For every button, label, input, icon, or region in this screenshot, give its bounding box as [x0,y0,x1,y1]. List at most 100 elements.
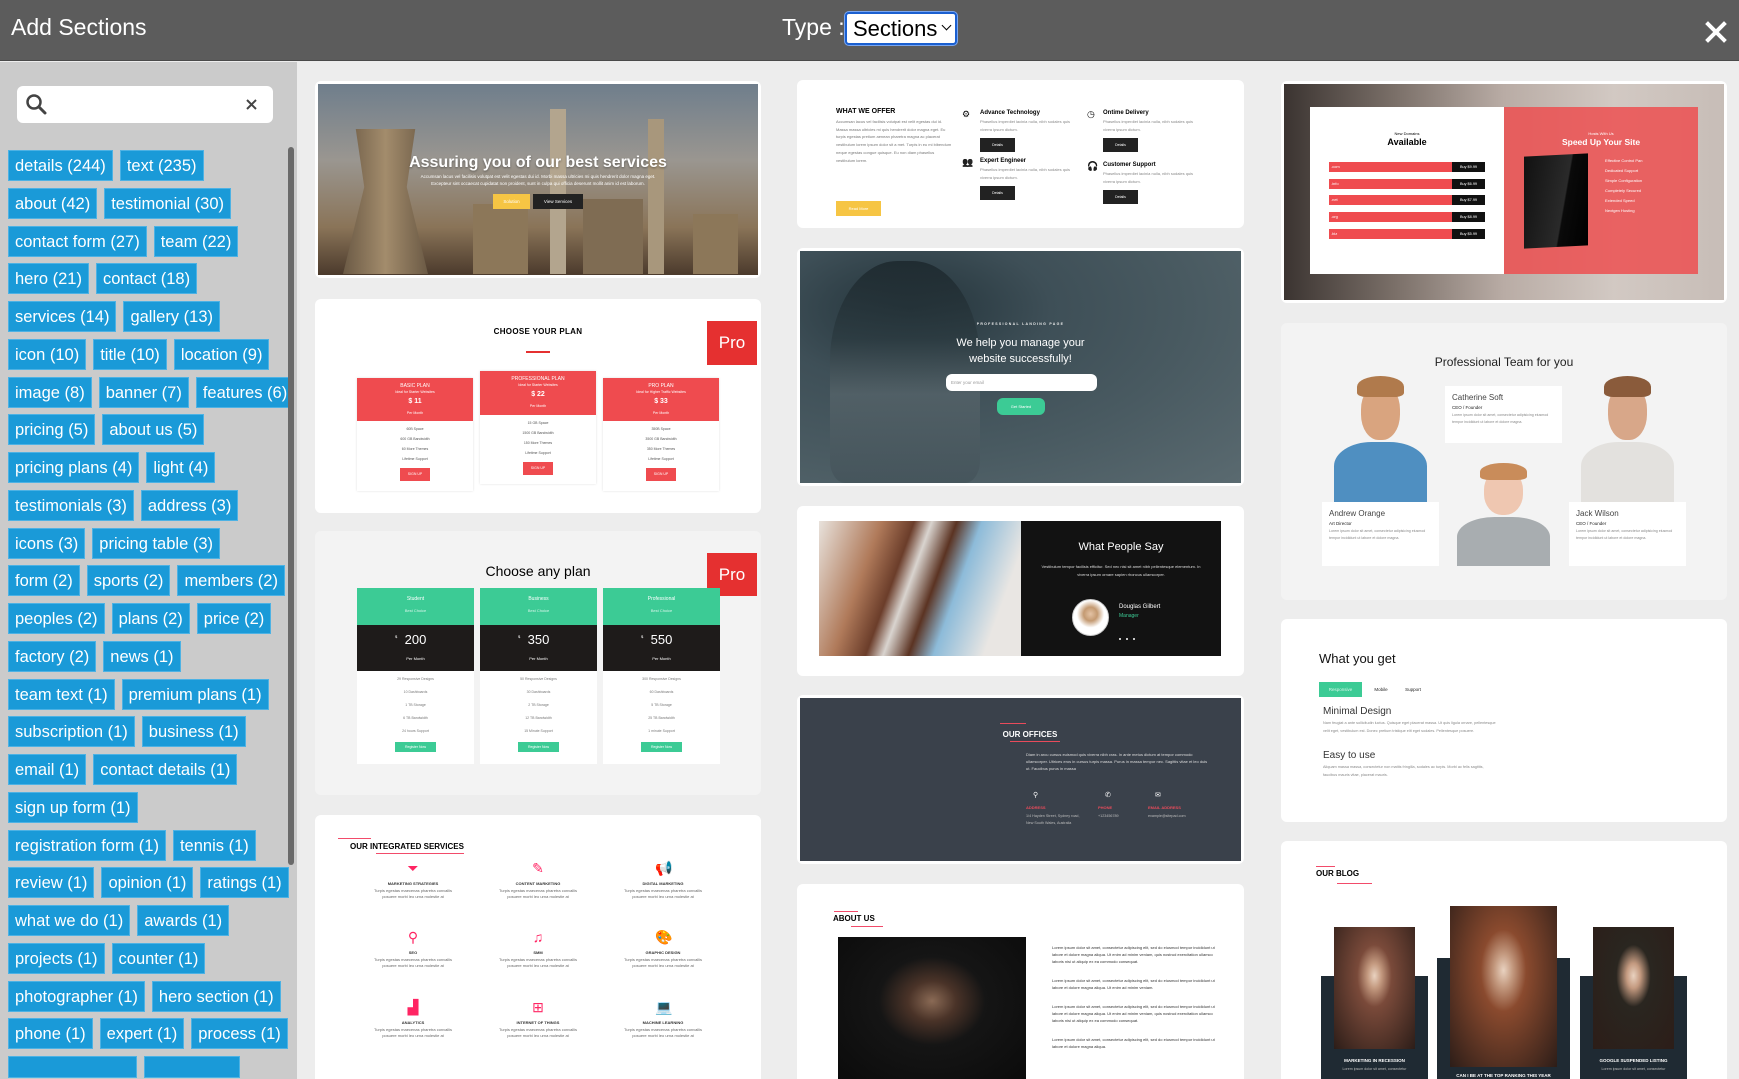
tag-chip[interactable]: hero (21) [8,263,89,295]
tag-chip[interactable]: team (22) [153,225,239,257]
section-card-blog[interactable]: OUR BLOG MARKETING IN RECESSION Lorem ipsu… [1281,841,1727,1079]
section-card-choose-any-plan[interactable]: Choose any plan Pro Student Best Choice $200… [315,531,761,795]
tag-chip[interactable]: expert (1) [99,1018,185,1050]
tag-chip[interactable]: banner (7) [98,376,189,408]
tag-chip[interactable]: phone (1) [8,1018,93,1050]
blog-post-title[interactable]: GOOGLE SUSPENDED LISTING [1580,1058,1687,1063]
tag-chip[interactable]: contact (18) [95,263,198,295]
section-card-testimonial[interactable]: What People Say Vestibulum tempor facilis… [797,506,1244,676]
sign-up-button[interactable]: SIGN UP [400,468,430,481]
close-icon[interactable] [1704,20,1728,44]
tag-chip[interactable]: factory (2) [8,640,97,672]
tag-chip[interactable]: review (1) [8,867,95,899]
tag-chip[interactable]: contact details (1) [93,754,238,785]
read-more-button[interactable]: Read More [836,201,881,216]
tag-chip[interactable]: title (10) [93,338,167,370]
domain-buy-button[interactable]: Buy $8.99 [1452,212,1485,223]
tag-chip[interactable]: icons (3) [8,527,86,559]
tag-chip[interactable]: opinion (1) [101,867,194,899]
section-card-our-offices[interactable]: OUR OFFICES Diam in arcu cursus euismod q… [797,695,1244,864]
register-button[interactable]: Register Now [641,742,682,752]
tag-chip[interactable]: contact form (27) [8,225,147,257]
carousel-dot[interactable] [1119,638,1121,640]
tag-chip[interactable]: projects (1) [8,942,105,974]
tag-chip[interactable]: premium plans (1) [121,678,269,710]
tag-chip[interactable]: business (1) [141,716,246,748]
tag-chip[interactable]: price (2) [196,603,272,634]
tag-chip[interactable]: email (1) [8,754,87,785]
details-button[interactable]: Details [1103,190,1138,204]
tag-chip[interactable]: what we do (1) [8,905,131,936]
email-field[interactable]: Enter your email [946,374,1097,391]
get-started-button[interactable]: Get Started [997,398,1045,415]
tag-chip[interactable]: members (2) [177,565,285,597]
tag-chip[interactable] [144,1056,240,1078]
search-input[interactable] [57,92,237,116]
tag-chip[interactable]: pricing plans (4) [8,452,140,483]
tag-chip[interactable]: tennis (1) [172,829,256,861]
tag-chip[interactable]: team text (1) [8,678,115,710]
details-button[interactable]: Details [1103,138,1138,152]
tag-chip[interactable]: services (14) [8,301,117,332]
carousel-dot[interactable] [1126,638,1128,640]
tag-chip[interactable]: ratings (1) [200,867,289,899]
section-card-team[interactable]: Professional Team for you Andrew Orange Ar… [1281,323,1727,600]
sign-up-button[interactable]: SIGN UP [523,462,553,475]
tag-chip[interactable]: text (235) [119,150,204,181]
tag-chip[interactable]: registration form (1) [8,829,166,861]
section-card-choose-your-plan[interactable]: CHOOSE YOUR PLAN Pro BASIC PLAN Ideal for S… [315,299,761,513]
tag-chip[interactable]: gallery (13) [123,301,220,332]
tag-chip[interactable]: light (4) [146,452,216,483]
tag-chip[interactable]: subscription (1) [8,716,135,748]
view-services-button[interactable]: View Services [533,194,583,209]
domain-buy-button[interactable]: Buy $9.99 [1452,162,1485,172]
tag-chip[interactable]: process (1) [191,1018,288,1050]
sidebar-scrollbar[interactable] [288,147,294,865]
section-card-landing-hero[interactable]: PROFESSIONAL LANDING PAGE We help you man… [797,248,1244,486]
email-input[interactable] [946,374,1097,391]
tag-chip[interactable]: image (8) [8,376,92,408]
blog-post-title[interactable]: MARKETING IN RECESSION [1321,1058,1428,1063]
tag-chip[interactable]: icon (10) [8,338,87,370]
tag-chip[interactable]: sports (2) [86,565,171,597]
section-card-hero-services[interactable]: Assuring you of our best services Accumsa… [315,81,761,278]
tag-chip[interactable]: details (244) [8,150,113,181]
tag-chip[interactable]: photographer (1) [8,980,145,1012]
tag-chip[interactable]: pricing (5) [8,414,96,446]
carousel-dot[interactable] [1133,638,1135,640]
section-card-integrated-services[interactable]: OUR INTEGRATED SERVICES ⏷ MARKETING STRATE… [315,815,761,1079]
tag-chip[interactable]: features (6) [195,376,295,408]
tag-chip[interactable]: testimonial (30) [104,187,232,219]
type-select[interactable]: Sections [845,12,957,45]
details-button[interactable]: Details [980,186,1015,200]
sign-up-button[interactable]: SIGN UP [646,468,676,481]
tag-chip[interactable]: plans (2) [111,603,190,634]
section-card-domains[interactable]: New Domains Available .com Buy $9.99 .info Bu… [1281,81,1727,303]
tag-chip[interactable]: news (1) [103,640,181,672]
details-button[interactable]: Details [980,138,1015,152]
tab-mobile[interactable]: Mobile [1366,682,1396,697]
domain-buy-button[interactable]: Buy $5.99 [1452,228,1485,239]
tag-chip[interactable]: testimonials (3) [8,489,134,521]
tag-chip[interactable]: awards (1) [137,905,230,936]
tag-chip[interactable]: about us (5) [102,414,205,446]
tag-chip[interactable] [8,1056,137,1078]
tag-chip[interactable]: hero section (1) [151,980,281,1012]
register-button[interactable]: Register Now [518,742,559,752]
domain-buy-button[interactable]: Buy $7.99 [1452,195,1485,206]
tag-chip[interactable]: address (3) [140,489,239,521]
section-card-about-us[interactable]: ABOUT US Lorem ipsum dolor sit amet, cons… [797,884,1244,1079]
tag-chip[interactable]: about (42) [8,187,98,219]
domain-buy-button[interactable]: Buy $6.99 [1452,178,1485,189]
blog-post-title[interactable]: CAN I BE AT THE TOP RANKING THIS YEAR [1437,1073,1570,1078]
tag-chip[interactable]: counter (1) [111,942,206,974]
solution-button[interactable]: Solution [493,194,530,209]
section-card-what-we-offer[interactable]: WHAT WE OFFER Accumsan lacus vel facilisi… [797,80,1244,228]
tag-chip[interactable]: location (9) [173,338,270,370]
tag-chip[interactable]: form (2) [8,565,80,597]
tag-chip[interactable]: pricing table (3) [92,527,221,559]
tab-support[interactable]: Support [1398,682,1428,697]
register-button[interactable]: Register Now [395,742,436,752]
tab-responsive[interactable]: Responsive [1319,682,1362,697]
section-card-what-you-get[interactable]: What you get Responsive Mobile Support Minim… [1281,619,1727,822]
